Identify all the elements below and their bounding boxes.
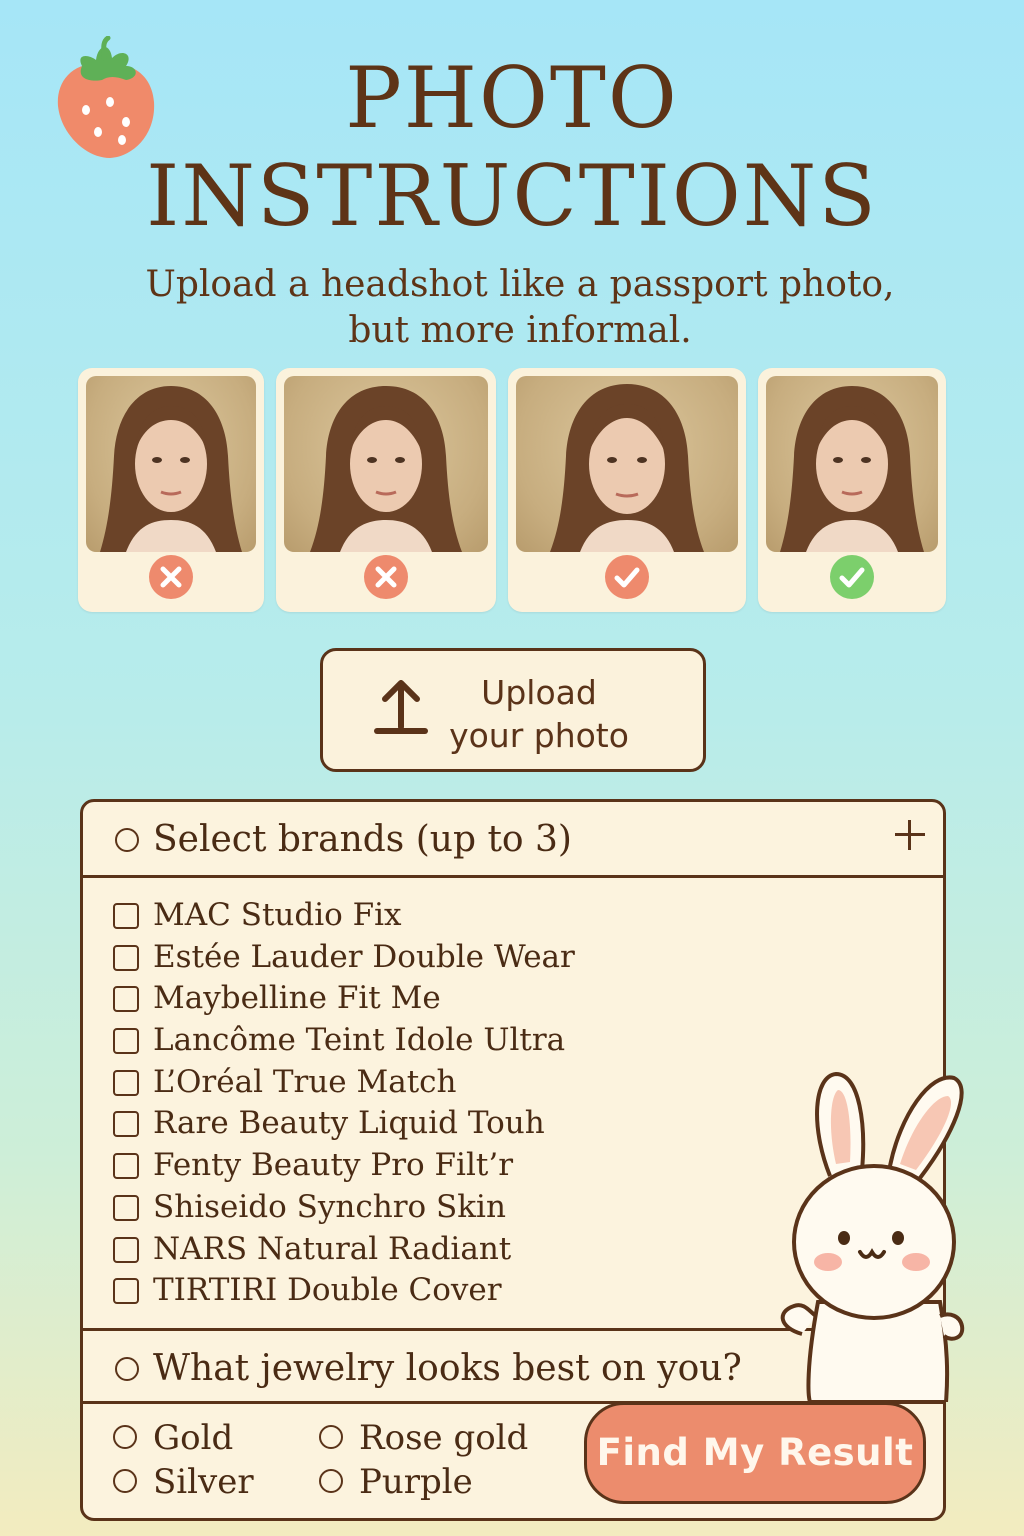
option-label: Gold <box>153 1418 234 1458</box>
brands-section-header[interactable]: Select brands (up to 3) <box>83 802 943 878</box>
example-photo-card <box>758 368 946 612</box>
headshot-image <box>86 376 256 552</box>
page-title-line1: PHOTO <box>345 49 679 147</box>
brands-heading: Select brands (up to 3) <box>153 819 572 860</box>
radio-button[interactable] <box>319 1469 343 1493</box>
example-photo-card <box>78 368 264 612</box>
brand-checkbox[interactable] <box>113 944 139 971</box>
bunny-mascot-icon <box>780 1071 965 1402</box>
brand-label: Fenty Beauty Pro Filt’r <box>153 1147 514 1184</box>
jewelry-radio[interactable] <box>115 1357 139 1381</box>
radio-button[interactable] <box>113 1425 137 1449</box>
brand-checkbox[interactable] <box>113 903 139 929</box>
jewelry-heading: What jewelry looks best on you? <box>153 1348 742 1389</box>
brands-radio[interactable] <box>115 828 139 852</box>
example-photo-card <box>508 368 746 612</box>
brand-checkbox[interactable] <box>113 1028 139 1055</box>
upload-button-label: Upload your photo <box>449 673 629 755</box>
brand-label: MAC Studio Fix <box>153 897 402 933</box>
check-circle-icon <box>605 555 649 599</box>
x-circle-icon <box>364 555 408 599</box>
radio-button[interactable] <box>113 1469 137 1493</box>
plus-icon[interactable] <box>895 820 925 850</box>
option-label: Purple <box>359 1462 473 1502</box>
brand-label: Maybelline Fit Me <box>153 980 441 1017</box>
brand-label: Rare Beauty Liquid Touh <box>153 1105 545 1142</box>
brand-label: NARS Natural Radiant <box>153 1230 512 1267</box>
find-my-result-button[interactable]: Find My Result <box>584 1402 926 1504</box>
example-photo-card <box>276 368 496 612</box>
upload-icon <box>374 680 428 734</box>
brand-label: Estée Lauder Double Wear <box>153 938 575 975</box>
x-circle-icon <box>149 555 193 599</box>
brand-label: Shiseido Synchro Skin <box>153 1188 506 1225</box>
brand-label: Lancôme Teint Idole Ultra <box>153 1022 566 1059</box>
check-circle-icon <box>830 555 874 599</box>
brand-label: L’Oréal True Match <box>153 1063 457 1100</box>
brand-checkbox[interactable] <box>113 1194 139 1221</box>
brand-checkbox[interactable] <box>113 1278 139 1305</box>
option-label: Silver <box>153 1462 254 1502</box>
headshot-image <box>766 376 938 552</box>
option-label: Rose gold <box>359 1418 529 1458</box>
page-title-line2: INSTRUCTIONS <box>146 147 878 245</box>
brand-label: TIRTIRI Double Cover <box>153 1272 502 1309</box>
brand-checkbox[interactable] <box>113 1153 139 1180</box>
example-photos <box>0 368 1024 614</box>
headshot-image <box>516 376 738 552</box>
brand-checkbox[interactable] <box>113 986 139 1013</box>
upload-photo-button[interactable]: Upload your photo <box>320 648 706 772</box>
page-subtitle: Upload a headshot like a passport photo,… <box>145 264 895 351</box>
brand-checkbox[interactable] <box>113 1069 139 1096</box>
brand-checkbox[interactable] <box>113 1111 139 1138</box>
headshot-image <box>284 376 488 552</box>
brand-checkbox[interactable] <box>113 1236 139 1263</box>
radio-button[interactable] <box>319 1425 343 1449</box>
